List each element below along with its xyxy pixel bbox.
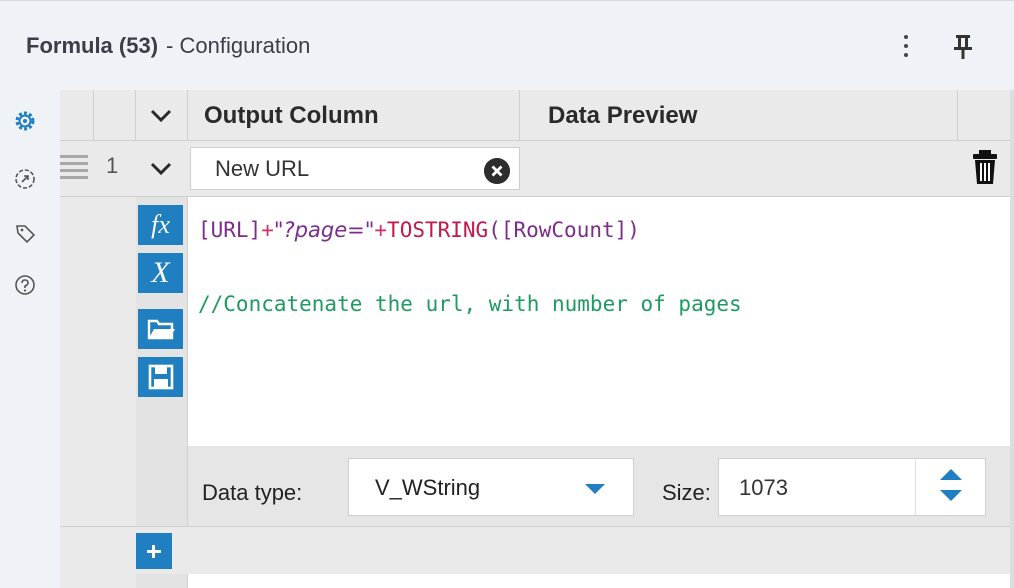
data-type-select[interactable]: V_WString <box>348 458 634 516</box>
string-literal: "?page=" <box>273 218 375 242</box>
data-preview-header[interactable]: Data Preview <box>520 90 958 141</box>
increment-icon[interactable] <box>940 469 962 480</box>
results-icon[interactable] <box>12 166 38 192</box>
gear-icon[interactable] <box>12 108 38 134</box>
header-num-col <box>94 90 136 141</box>
variable-icon[interactable]: X <box>138 253 183 293</box>
chevron-down-icon[interactable] <box>150 109 172 123</box>
function-icon[interactable]: fx <box>138 205 183 245</box>
expression-editor[interactable]: [URL]+"?page="+TOSTRING([RowCount]) <box>198 218 640 242</box>
add-row-bar <box>60 526 1010 574</box>
data-type-label: Data type: <box>202 480 303 505</box>
operator-plus: + <box>261 218 274 242</box>
function-args: ([RowCount]) <box>488 218 640 242</box>
decrement-icon[interactable] <box>940 490 962 501</box>
expression-comment: //Concatenate the url, with number of pa… <box>198 292 742 316</box>
clear-icon[interactable] <box>484 158 510 184</box>
caret-down-icon[interactable] <box>585 484 605 494</box>
help-icon[interactable] <box>12 272 38 298</box>
table-row: 1 <box>60 141 1010 197</box>
output-column-header[interactable]: Output Column <box>188 90 520 141</box>
row-number: 1 <box>106 153 119 178</box>
panel-subtitle: - Configuration <box>166 33 311 58</box>
tag-icon[interactable] <box>12 220 38 246</box>
add-expression-button[interactable] <box>136 533 172 569</box>
more-options-icon[interactable] <box>899 35 913 57</box>
panel-header: Formula (53) - Configuration <box>0 0 1014 90</box>
field-url: [URL] <box>198 218 262 242</box>
drag-handle-icon[interactable] <box>60 153 90 181</box>
size-stepper[interactable] <box>915 459 987 515</box>
header-drag-col <box>60 90 94 141</box>
header-expand-col[interactable] <box>136 90 188 141</box>
save-icon[interactable] <box>138 357 183 397</box>
data-type-bar: Data type: V_WString Size: 1073 <box>188 446 1010 526</box>
config-sidebar <box>0 90 60 588</box>
pin-icon[interactable] <box>948 31 978 61</box>
tool-title: Formula (53) <box>26 33 159 58</box>
function-name: TOSTRING <box>387 218 489 242</box>
operator-plus: + <box>374 218 388 242</box>
size-label: Size: <box>662 480 711 505</box>
output-column-name-input[interactable] <box>190 147 520 190</box>
size-value: 1073 <box>739 475 788 500</box>
grid-header: Output Column Data Preview <box>60 90 1010 141</box>
open-icon[interactable] <box>138 309 183 349</box>
data-preview-label: Data Preview <box>548 102 698 129</box>
data-type-value: V_WString <box>375 475 481 500</box>
panel-title: Formula (53) - Configuration <box>26 33 310 59</box>
output-column-label: Output Column <box>204 102 379 129</box>
delete-icon[interactable] <box>970 147 1000 187</box>
size-input[interactable]: 1073 <box>718 458 986 516</box>
row-collapse-chevron-icon[interactable] <box>150 162 172 176</box>
